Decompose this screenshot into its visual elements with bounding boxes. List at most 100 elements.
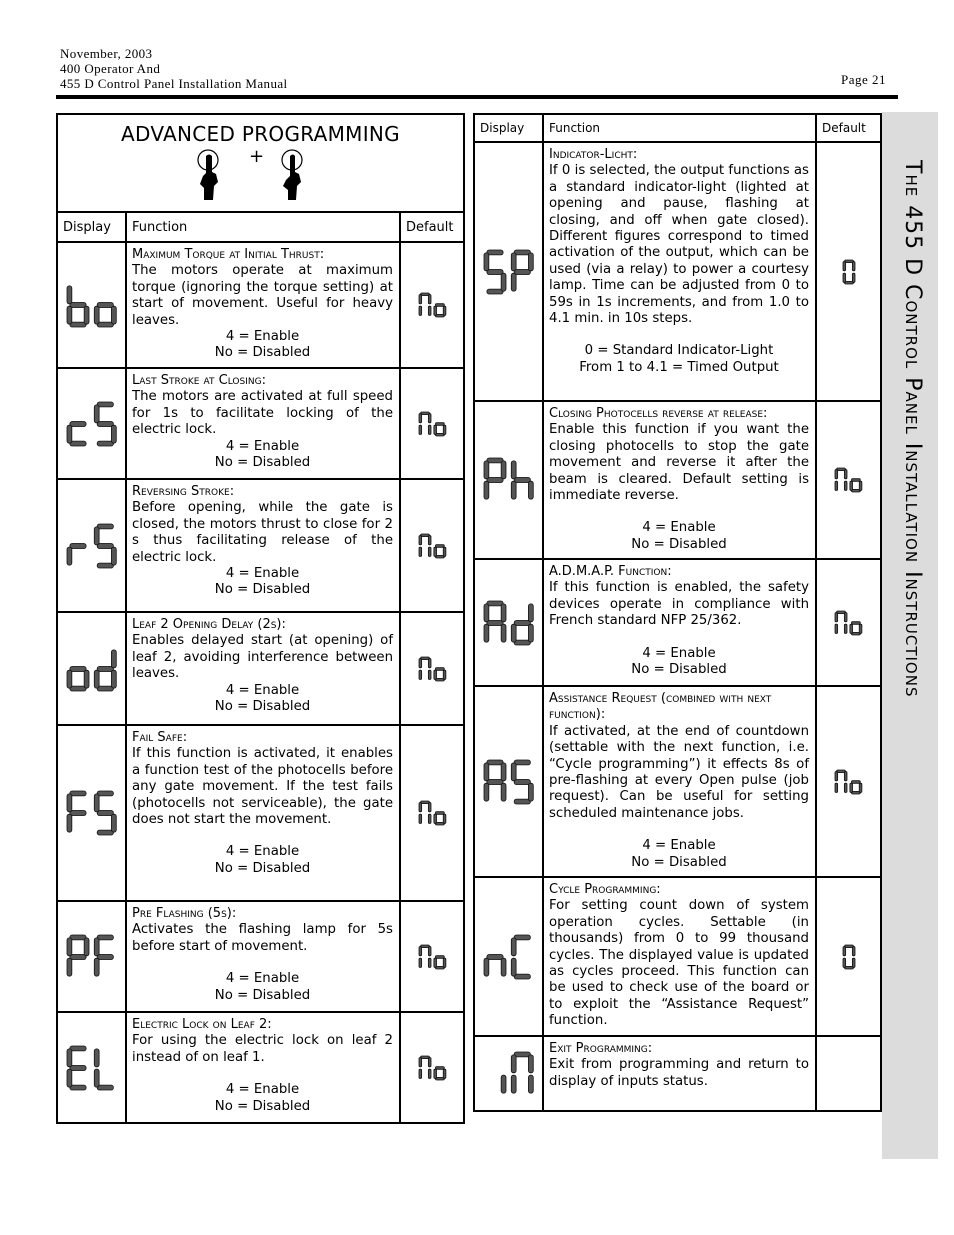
segment — [418, 669, 422, 680]
segment — [500, 623, 507, 642]
column-header-function: Function — [125, 211, 401, 243]
segment — [851, 779, 861, 784]
segment — [858, 623, 863, 634]
segment — [513, 778, 531, 785]
segment — [486, 288, 504, 294]
segment-digit — [510, 1051, 534, 1094]
display-code-cell — [56, 367, 127, 480]
segment — [500, 603, 507, 622]
segment — [69, 953, 87, 960]
segment-digit — [510, 249, 534, 291]
segment — [851, 957, 855, 968]
display-code-as — [483, 759, 534, 804]
segment — [427, 802, 431, 813]
segment — [500, 957, 507, 976]
display-code-fs — [66, 790, 117, 836]
segment-digit — [483, 457, 507, 500]
segment — [66, 957, 73, 976]
display-code-cell — [56, 478, 127, 613]
function-description-cell: Cycle Programming: For setting count down… — [542, 876, 817, 1037]
display-code-in — [500, 1051, 534, 1094]
segment-digit — [510, 460, 534, 500]
segment — [500, 460, 507, 480]
segment — [483, 957, 490, 976]
segment-digit — [483, 249, 507, 294]
function-body-text — [549, 504, 809, 520]
column-header-function: Function — [542, 113, 817, 143]
default-value-cell — [399, 900, 465, 1013]
display-code-cell — [56, 611, 127, 726]
segment — [442, 957, 446, 968]
segment — [527, 782, 534, 801]
table-row: Exit Programming: Exit from programming a… — [473, 1034, 882, 1113]
function-body-text — [132, 828, 393, 844]
segment — [500, 1074, 507, 1094]
segment — [486, 477, 504, 483]
default-value-no — [418, 656, 446, 681]
function-description-cell: Reversing Stroke: Before opening, while t… — [125, 478, 401, 613]
function-body-text: The motors operate at maximum torque (ig… — [132, 263, 393, 328]
option-value-text: 4 = Enable — [642, 645, 716, 661]
segment-digit — [510, 603, 534, 645]
display-code-el — [66, 1045, 114, 1090]
segment — [427, 669, 431, 680]
segment — [442, 546, 446, 557]
segment-digit — [834, 610, 848, 634]
segment — [69, 934, 87, 940]
function-title: A.D.M.A.P. Function: — [549, 564, 672, 579]
function-description-cell: Indicator-Licht: If 0 is selected, the ou… — [542, 141, 817, 402]
option-value-text: No = Disabled — [214, 455, 311, 471]
display-code-ph — [483, 457, 534, 500]
segment — [69, 440, 87, 446]
segment-digit — [66, 542, 87, 565]
segment — [427, 1068, 431, 1079]
option-value-text: No = Disabled — [214, 699, 311, 715]
segment — [93, 1048, 100, 1067]
segment-digit — [418, 411, 431, 435]
table-row: Assistance Request (combined with next f… — [473, 685, 882, 878]
finger-press-icon-right — [280, 149, 303, 200]
table-row: Indicator-Licht: If 0 is selected, the ou… — [473, 141, 882, 402]
segment — [69, 1045, 87, 1051]
function-title: Maximum Torque at Initial Thrust: — [132, 247, 325, 262]
segment — [858, 782, 863, 793]
segment — [418, 412, 422, 423]
function-description-cell: Last Stroke at Closing: The motors are ac… — [125, 367, 401, 480]
segment-digit — [418, 800, 431, 824]
segment — [844, 480, 848, 491]
display-code-cell — [473, 685, 544, 878]
table-row: Electric Lock on Leaf 2: For using the el… — [56, 1011, 465, 1124]
segment — [844, 770, 848, 781]
segment — [527, 623, 534, 642]
segment — [69, 810, 87, 816]
segment — [110, 305, 117, 325]
segment — [83, 937, 90, 956]
segment — [96, 685, 114, 691]
segment — [433, 1068, 437, 1079]
display-code-sp — [483, 249, 534, 294]
function-body-text — [549, 822, 809, 838]
segment — [96, 934, 114, 940]
segment — [418, 546, 422, 557]
segment — [110, 813, 117, 833]
display-code-cs — [66, 401, 117, 446]
option-value-text: 4 = Enable — [225, 682, 300, 698]
segment-digit — [418, 292, 431, 316]
segment — [418, 1056, 422, 1067]
option-value-text: No = Disabled — [214, 582, 311, 598]
segment — [513, 268, 531, 275]
table-title: ADVANCED PROGRAMMING — [121, 122, 400, 146]
default-value-no — [418, 1055, 446, 1080]
segment — [510, 1074, 517, 1094]
header-date: November, 2003 — [60, 46, 153, 61]
segment — [96, 302, 114, 308]
segment-digit — [66, 420, 87, 446]
option-value-text: No = Disabled — [214, 345, 311, 361]
segment-digit — [93, 790, 117, 836]
default-value-no — [418, 411, 446, 436]
display-code-bo — [66, 285, 117, 328]
function-title: Pre Flashing (5s): — [132, 906, 237, 921]
segment — [433, 669, 437, 680]
segment-digit — [93, 1048, 114, 1090]
function-body-text: If this function is enabled, the safety … — [549, 580, 809, 629]
